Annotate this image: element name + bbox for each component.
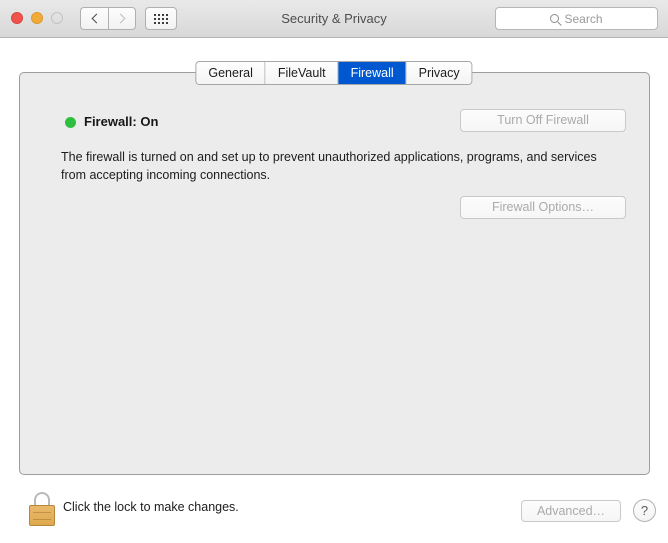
tab-privacy[interactable]: Privacy — [407, 62, 472, 84]
firewall-status-label: Firewall: On — [84, 111, 158, 133]
search-placeholder: Search — [564, 12, 602, 26]
turn-off-firewall-button[interactable]: Turn Off Firewall — [460, 109, 626, 132]
search-icon — [550, 14, 559, 23]
firewall-options-button[interactable]: Firewall Options… — [460, 196, 626, 219]
search-field[interactable]: Search — [495, 7, 658, 30]
help-button[interactable]: ? — [633, 499, 656, 522]
tab-general[interactable]: General — [196, 62, 265, 84]
window-toolbar: Security & Privacy Search — [0, 0, 668, 38]
status-indicator-dot — [65, 117, 76, 128]
bottom-bar: Click the lock to make changes. Advanced… — [0, 485, 668, 543]
firewall-description: The firewall is turned on and set up to … — [61, 148, 606, 184]
tab-filevault[interactable]: FileVault — [266, 62, 339, 84]
firewall-panel: Firewall: On Turn Off Firewall The firew… — [19, 72, 650, 475]
tab-firewall[interactable]: Firewall — [339, 62, 407, 84]
lock-closed-icon[interactable] — [27, 492, 57, 526]
advanced-button[interactable]: Advanced… — [521, 500, 621, 522]
security-privacy-window: Security & Privacy Search General FileVa… — [0, 0, 668, 543]
tab-bar: General FileVault Firewall Privacy — [195, 61, 472, 85]
lock-body — [29, 505, 55, 526]
lock-hint-text: Click the lock to make changes. — [63, 500, 239, 514]
